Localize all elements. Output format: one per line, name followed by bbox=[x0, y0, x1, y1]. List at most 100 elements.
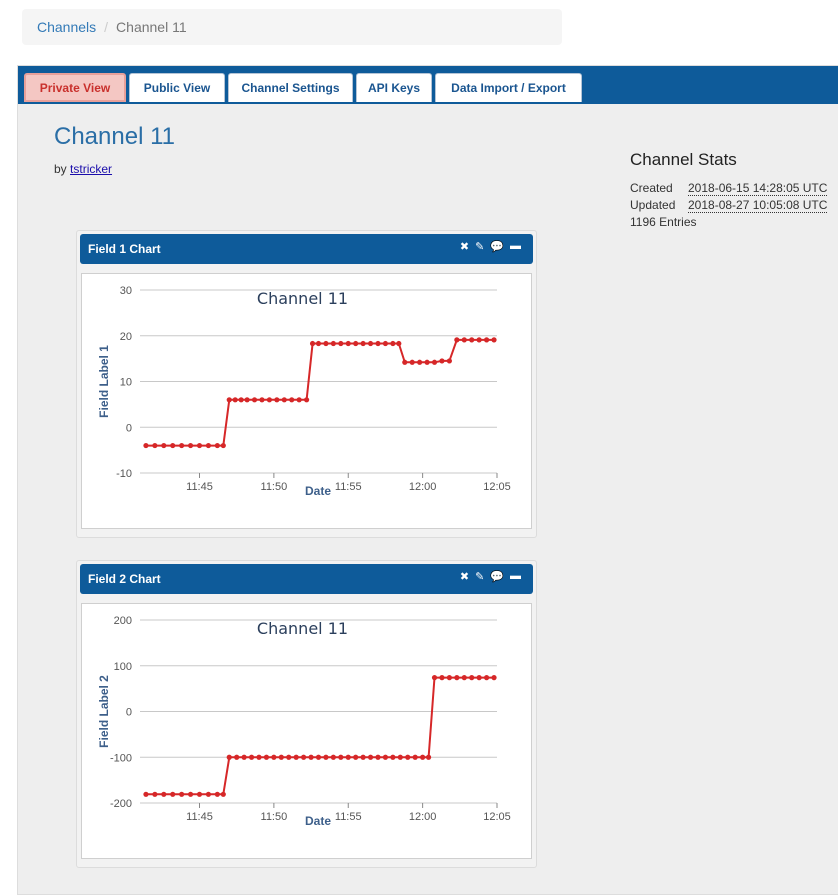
comment-icon[interactable]: 💬 bbox=[490, 240, 504, 253]
y-tick-label: 0 bbox=[126, 422, 132, 434]
y-axis-label: Field Label 1 bbox=[97, 345, 111, 418]
data-point bbox=[345, 754, 351, 760]
tab-private-view[interactable]: Private View bbox=[24, 73, 126, 102]
x-tick-label: 12:00 bbox=[409, 811, 437, 823]
data-point bbox=[205, 442, 212, 449]
data-point bbox=[338, 340, 344, 347]
breadcrumb-channels-link[interactable]: Channels bbox=[37, 19, 96, 35]
data-point bbox=[367, 340, 374, 347]
x-tick-label: 12:05 bbox=[483, 481, 511, 493]
data-point bbox=[170, 791, 176, 797]
tab-channel-settings[interactable]: Channel Settings bbox=[228, 73, 353, 102]
stats-created-value: 2018-06-15 14:28:05 UTC bbox=[688, 181, 828, 196]
data-point bbox=[179, 442, 185, 449]
data-point bbox=[454, 675, 460, 681]
data-point bbox=[353, 754, 359, 760]
stats-created-row: Created 2018-06-15 14:28:05 UTC bbox=[630, 180, 828, 197]
minimize-icon[interactable]: ▬ bbox=[510, 240, 521, 253]
data-point bbox=[286, 754, 292, 760]
minimize-icon[interactable]: ▬ bbox=[510, 570, 521, 583]
panel-title: Field 2 Chart bbox=[88, 572, 161, 586]
data-point bbox=[263, 754, 270, 760]
field-2-chart-svg: -200 -100 0 100 200 11:45 11:50 11:55 12:00 12:05… bbox=[97, 615, 511, 828]
data-point bbox=[296, 397, 302, 403]
data-point bbox=[234, 754, 240, 760]
data-point bbox=[152, 791, 158, 797]
tab-bar: Private View Public View Channel Setting… bbox=[18, 66, 838, 104]
x-tick-label: 12:00 bbox=[409, 481, 437, 493]
data-point bbox=[476, 675, 482, 681]
panel-tools: ✖ ✎ 💬 ▬ bbox=[460, 240, 521, 253]
data-point bbox=[232, 397, 238, 403]
data-point bbox=[476, 337, 482, 343]
field-2-chart-panel: Field 2 Chart ✖ ✎ 💬 ▬ -200 -100 0 100 200 11:… bbox=[76, 560, 537, 868]
y-tick-label: -200 bbox=[110, 798, 132, 810]
breadcrumb-current: Channel 11 bbox=[116, 19, 187, 35]
data-point bbox=[353, 340, 359, 347]
x-axis-label: Date bbox=[305, 484, 331, 498]
data-point bbox=[439, 358, 445, 364]
stats-updated-value: 2018-08-27 10:05:08 UTC bbox=[688, 198, 828, 213]
data-point bbox=[390, 340, 396, 347]
data-point bbox=[446, 358, 452, 364]
data-point bbox=[251, 397, 258, 403]
data-point bbox=[360, 754, 366, 760]
data-point bbox=[405, 754, 411, 760]
stats-heading: Channel Stats bbox=[630, 150, 737, 169]
x-tick-label: 12:05 bbox=[483, 811, 511, 823]
data-point bbox=[152, 442, 158, 449]
tab-public-view[interactable]: Public View bbox=[129, 73, 225, 102]
data-point bbox=[220, 442, 226, 449]
x-tick-label: 11:55 bbox=[335, 481, 362, 493]
y-tick-label: 20 bbox=[120, 331, 132, 343]
data-point bbox=[196, 791, 203, 797]
data-point bbox=[375, 754, 381, 760]
data-point bbox=[161, 791, 167, 797]
data-point bbox=[491, 337, 497, 343]
author-link[interactable]: tstricker bbox=[70, 162, 112, 176]
close-icon[interactable]: ✖ bbox=[460, 570, 469, 583]
data-point bbox=[397, 754, 403, 760]
y-tick-label: 0 bbox=[126, 707, 132, 719]
channel-stats: Channel Stats Created 2018-06-15 14:28:05… bbox=[630, 150, 828, 231]
page-title: Channel 11 bbox=[54, 123, 175, 150]
data-point bbox=[161, 442, 167, 449]
data-point bbox=[409, 359, 415, 365]
y-axis-label: Field Label 2 bbox=[97, 675, 111, 748]
data-point bbox=[256, 754, 262, 760]
pencil-icon[interactable]: ✎ bbox=[475, 240, 484, 253]
data-point bbox=[417, 359, 423, 365]
data-point bbox=[241, 754, 247, 760]
data-point bbox=[187, 791, 194, 797]
pencil-icon[interactable]: ✎ bbox=[475, 570, 484, 583]
y-tick-label: -100 bbox=[110, 752, 132, 764]
data-point bbox=[446, 675, 452, 681]
x-axis-label: Date bbox=[305, 814, 331, 828]
data-point bbox=[271, 754, 277, 760]
channel-container: Private View Public View Channel Setting… bbox=[17, 65, 838, 895]
tab-data-import-export[interactable]: Data Import / Export bbox=[435, 73, 582, 102]
data-point bbox=[214, 442, 220, 449]
field-1-chart: -10 0 10 20 30 11:45 11:50 11:55 12:00 12:05 Chann… bbox=[81, 273, 532, 529]
data-point bbox=[315, 340, 322, 347]
breadcrumb: Channels / Channel 11 bbox=[22, 9, 562, 45]
data-point bbox=[244, 397, 250, 403]
data-point bbox=[187, 442, 194, 449]
y-tick-label: 200 bbox=[114, 615, 132, 627]
panel-header: Field 2 Chart ✖ ✎ 💬 ▬ bbox=[80, 564, 533, 594]
x-tick-label: 11:50 bbox=[261, 481, 288, 493]
tab-api-keys[interactable]: API Keys bbox=[356, 73, 432, 102]
close-icon[interactable]: ✖ bbox=[460, 240, 469, 253]
data-point bbox=[304, 397, 310, 403]
comment-icon[interactable]: 💬 bbox=[490, 570, 504, 583]
data-point bbox=[469, 337, 475, 343]
data-point bbox=[469, 675, 475, 681]
data-point bbox=[396, 340, 402, 347]
data-point bbox=[309, 340, 316, 347]
data-point bbox=[431, 359, 438, 365]
data-point bbox=[205, 791, 212, 797]
panel-tools: ✖ ✎ 💬 ▬ bbox=[460, 570, 521, 583]
x-tick-label: 11:50 bbox=[261, 811, 288, 823]
data-point bbox=[424, 359, 430, 365]
x-tick-label: 11:45 bbox=[186, 481, 213, 493]
